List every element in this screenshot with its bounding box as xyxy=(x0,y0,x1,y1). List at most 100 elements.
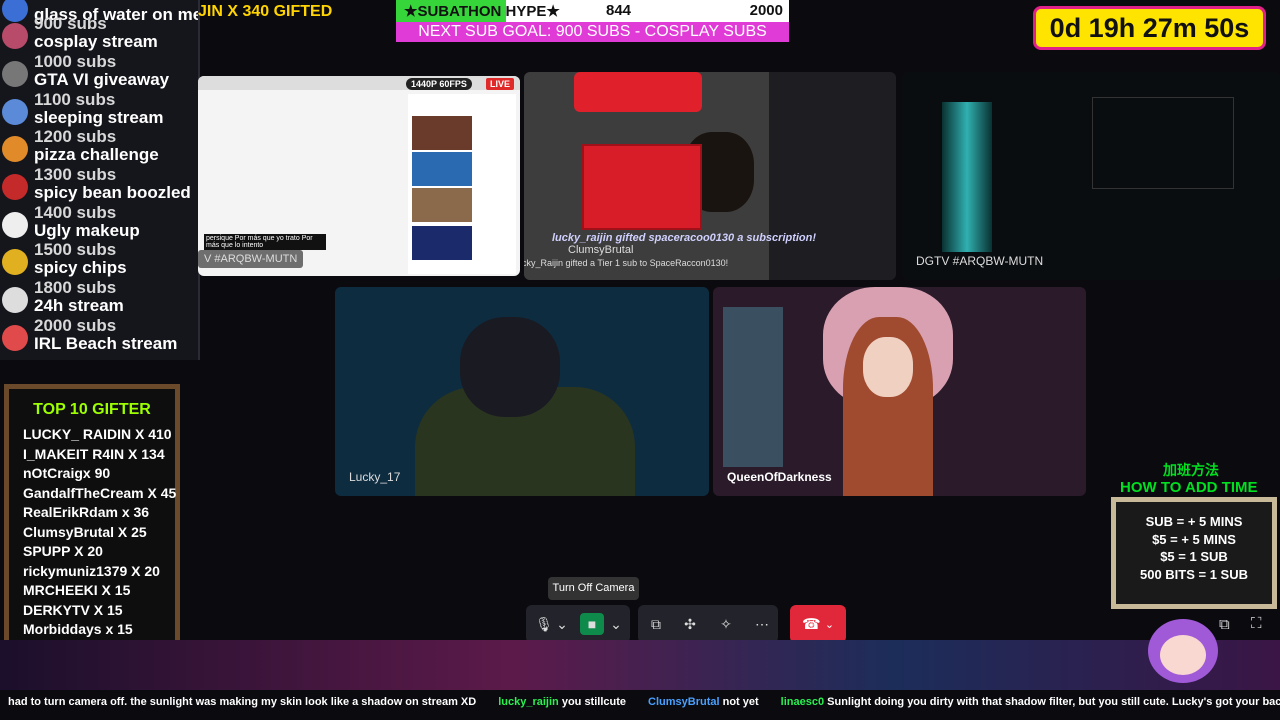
share-screen-icon[interactable]: ⧉ xyxy=(640,605,672,643)
camera-options-chevron-icon[interactable]: ⌄ xyxy=(606,605,626,643)
goal-text: GTA VI giveaway xyxy=(34,70,170,89)
goal-item: 900 subs cosplay stream xyxy=(0,15,196,52)
clock-icon xyxy=(2,287,28,313)
subathon-hype-bar: ★SUBATHON HYPE★ 844 2000 xyxy=(396,0,789,22)
chat-message: ClumsyBrutal not yet xyxy=(646,690,759,714)
gifter-row: DERKYTV X 15 xyxy=(23,601,123,618)
goal-count: 1400 subs xyxy=(34,203,117,222)
gift-alert-subtext: Lucky_Raijin gifted a Tier 1 sub to Spac… xyxy=(524,258,729,268)
participant-tile-clumsybrutal[interactable]: lucky_raijin gifted spaceracoo0130 a sub… xyxy=(524,72,896,280)
goal-count: 1800 subs xyxy=(34,278,117,297)
call-toolbar: 🎙 ⌄ ■ ⌄ ⧉ ✣ ✧ ⋯ ☎ ⌄ xyxy=(526,605,846,643)
howto-rules-board: SUB = + 5 MINS $5 = + 5 MINS $5 = 1 SUB 500… xyxy=(1111,497,1277,609)
avatar xyxy=(1140,613,1220,685)
popout-icon[interactable]: ⧉ xyxy=(1219,616,1230,633)
gifter-row: GandalfTheCream X 45 xyxy=(23,484,177,501)
more-options-icon[interactable]: ⋯ xyxy=(746,605,778,643)
howto-title: HOW TO ADD TIME xyxy=(1120,479,1258,496)
participant-tile-dgtv[interactable]: DGTV #ARQBW-MUTN xyxy=(902,72,1280,280)
gifter-row: ClumsyBrutal X 25 xyxy=(23,523,147,540)
gifted-banner: JIN X 340 GIFTED xyxy=(198,3,333,20)
zzz-icon xyxy=(2,99,28,125)
chat-text: had to turn camera off. the sunlight was… xyxy=(8,696,477,708)
camera-button[interactable]: ■ xyxy=(580,613,604,635)
goal-text: sleeping stream xyxy=(34,108,164,127)
hype-max: 2000 xyxy=(749,2,783,19)
gifter-row: RealErikRdam x 36 xyxy=(23,504,150,520)
chat-ticker: had to turn camera off. the sunlight was… xyxy=(0,690,1280,720)
goal-text: cosplay stream xyxy=(34,32,158,51)
howto-rule: 500 BITS = 1 SUB xyxy=(1139,566,1249,582)
live-badge: LIVE xyxy=(486,78,515,90)
chat-text: not yet xyxy=(722,696,759,708)
tile-name: V #ARQBW-MUTN xyxy=(198,250,304,268)
car-icon xyxy=(2,61,28,87)
goal-text: spicy bean boozled xyxy=(34,183,191,202)
chat-message: lucky_raijin you stillcute xyxy=(496,690,626,714)
clown-icon xyxy=(2,212,28,238)
gifter-row: MRCHEEKI X 15 xyxy=(23,582,131,598)
chat-username[interactable]: lucky_raijin xyxy=(498,690,559,714)
pizza-icon xyxy=(2,136,28,162)
gifter-row: rickymuniz1379 X 20 xyxy=(23,562,160,579)
activities-icon[interactable]: ✣ xyxy=(674,605,706,643)
goal-count: 1100 subs xyxy=(34,90,116,109)
sub-goals-list: glass of water on me 900 subs cosplay stre… xyxy=(0,0,200,360)
goal-count: 1200 subs xyxy=(34,127,117,146)
mask-icon xyxy=(2,23,28,49)
subathon-timer: 0d 19h 27m 50s xyxy=(1033,6,1266,50)
goal-count: 1000 subs xyxy=(34,52,117,71)
goal-text: IRL Beach stream xyxy=(34,334,178,353)
goal-item: 1500 subs spicy chips xyxy=(0,241,196,278)
hype-label: ★SUBATHON HYPE★ xyxy=(404,3,560,20)
beachball-icon xyxy=(2,325,28,351)
goal-count: 1500 subs xyxy=(34,240,117,259)
goal-item: 1800 subs 24h stream xyxy=(0,279,196,316)
goal-item: 1000 subs GTA VI giveaway xyxy=(0,53,196,90)
gifter-title: TOP 10 GIFTER xyxy=(33,401,151,418)
goal-item: 1400 subs Ugly makeup xyxy=(0,204,196,241)
bean-icon xyxy=(2,174,28,200)
hang-up-icon: ☎ xyxy=(801,616,821,633)
howto-rule: $5 = 1 SUB xyxy=(1160,549,1228,564)
goal-count: 1300 subs xyxy=(34,165,117,184)
gift-box-lid-icon xyxy=(574,72,702,112)
gifter-row: SPUPP X 20 xyxy=(23,543,103,559)
mic-options-chevron-icon[interactable]: ⌄ xyxy=(552,605,572,643)
howto-chinese-title: 加班方法 xyxy=(1163,462,1219,478)
goal-text: Ugly makeup xyxy=(34,221,140,240)
gift-alert-text: lucky_raijin gifted spaceracoo0130 a sub… xyxy=(551,232,817,244)
goal-item: 1300 subs spicy bean boozled xyxy=(0,166,196,203)
goal-count: 2000 subs xyxy=(34,316,117,335)
gifter-row: LUCKY_ RAIDIN X 410 xyxy=(23,426,172,442)
chat-text: Sunlight doing you dirty with that shado… xyxy=(827,696,1280,708)
camera-tooltip: Turn Off Camera xyxy=(548,577,639,600)
fullscreen-icon[interactable]: ⛶ xyxy=(1251,615,1262,632)
chat-text: you stillcute xyxy=(561,696,627,708)
chat-message: linaesc0 Sunlight doing you dirty with t… xyxy=(779,690,1280,714)
goal-item: 1100 subs sleeping stream xyxy=(0,91,196,128)
chat-username[interactable]: ClumsyBrutal xyxy=(648,690,720,714)
tile-name: DGTV #ARQBW-MUTN xyxy=(916,254,1044,268)
screen-share-tile[interactable]: 1440P 60FPS LIVE persique Por más que yo… xyxy=(198,76,520,276)
chat-username[interactable]: linaesc0 xyxy=(781,690,824,714)
goal-item: 1200 subs pizza challenge xyxy=(0,128,196,165)
goal-count: 900 subs xyxy=(34,14,107,33)
gift-box-icon xyxy=(582,144,702,230)
chips-icon xyxy=(2,249,28,275)
tile-name: QueenOfDarkness xyxy=(727,470,832,484)
howto-rule: $5 = + 5 MINS xyxy=(1152,531,1236,547)
goal-item: 2000 subs IRL Beach stream xyxy=(0,317,196,354)
stage-floor-background xyxy=(0,640,1280,690)
star-icon: ★ xyxy=(546,3,560,20)
camera-icon: ■ xyxy=(587,616,597,632)
goal-text: pizza challenge xyxy=(34,145,159,164)
tile-name: ClumsyBrutal xyxy=(568,244,634,256)
howto-rule: SUB = + 5 MINS xyxy=(1145,514,1243,529)
chat-message: had to turn camera off. the sunlight was… xyxy=(8,690,476,714)
soundboard-icon[interactable]: ✧ xyxy=(710,605,742,643)
participant-tile-queen[interactable]: QueenOfDarkness xyxy=(713,287,1086,496)
end-call-button[interactable]: ☎ ⌄ xyxy=(790,605,846,643)
participant-tile-lucky[interactable]: Lucky_17 xyxy=(335,287,709,496)
end-call-chevron-icon: ⌄ xyxy=(824,618,835,631)
